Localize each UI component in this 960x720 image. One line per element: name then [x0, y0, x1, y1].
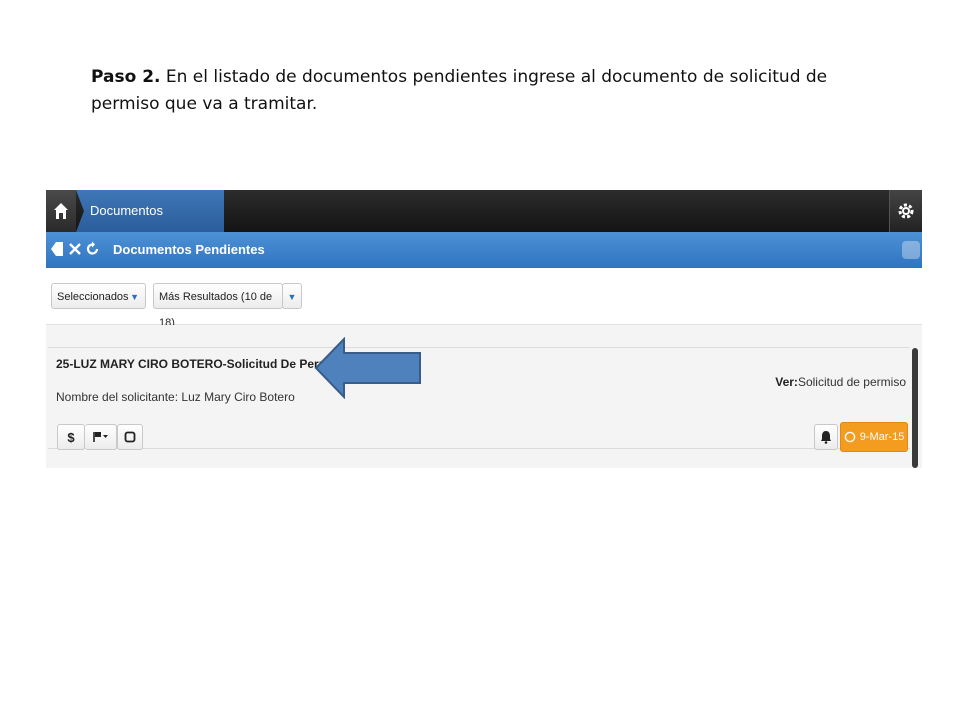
requester-name: Nombre del solicitante: Luz Mary Ciro Bo… — [56, 390, 295, 404]
more-results-dropdown-toggle[interactable]: ▼ — [282, 283, 302, 309]
document-title[interactable]: 25-LUZ MARY CIRO BOTERO-Solicitud De Per… — [56, 357, 347, 371]
gear-icon — [898, 203, 914, 219]
dollar-label: $ — [67, 429, 75, 445]
more-results-label: Más Resultados (10 de 18) — [159, 291, 273, 329]
page-title: Documentos Pendientes — [113, 242, 265, 257]
instruction-text: Paso 2. En el listado de documentos pend… — [91, 64, 851, 118]
pending-documents-list: 25-LUZ MARY CIRO BOTERO-Solicitud De Per… — [46, 325, 922, 468]
notification-button[interactable] — [814, 424, 838, 450]
step-text: En el listado de documentos pendientes i… — [91, 67, 828, 114]
dollar-button[interactable]: $ — [57, 424, 85, 450]
flag-icon — [92, 432, 108, 442]
step-label: Paso 2. — [91, 67, 161, 87]
app-screenshot: Documentos Pendientes Documentos Pendien… — [46, 190, 922, 468]
clock-icon — [844, 431, 855, 443]
view-label: Ver: — [775, 375, 798, 389]
square-icon — [124, 431, 136, 443]
pointer-arrow-icon — [314, 337, 421, 399]
view-value: Solicitud de permiso — [797, 375, 906, 389]
list-item[interactable]: 25-LUZ MARY CIRO BOTERO-Solicitud De Per… — [48, 347, 910, 452]
caret-down-icon: ▼ — [287, 292, 297, 302]
caret-down-icon: ▼ — [130, 292, 139, 302]
document-type: Ver:Solicitud de permiso — [775, 375, 906, 389]
due-date-label: 9-Mar-15 — [859, 431, 905, 443]
back-icon[interactable] — [50, 240, 64, 258]
due-date-badge[interactable]: 9-Mar-15 — [840, 422, 908, 452]
top-navbar: Documentos Pendientes — [46, 190, 922, 232]
selection-dropdown[interactable]: Seleccionados ▼ — [51, 283, 146, 309]
filter-toolbar: Seleccionados ▼ Más Resultados (10 de 18… — [46, 268, 922, 329]
header-action-button[interactable] — [902, 241, 920, 259]
scrollbar[interactable] — [912, 348, 918, 468]
breadcrumb-documentos-pendientes[interactable]: Documentos Pendientes — [76, 190, 224, 232]
refresh-icon[interactable] — [86, 240, 100, 258]
checkbox-button[interactable] — [117, 424, 143, 450]
bell-icon — [821, 431, 831, 444]
home-icon — [54, 203, 68, 219]
selection-dropdown-label: Seleccionados — [57, 291, 129, 303]
settings-button[interactable] — [889, 190, 922, 232]
page-header: Documentos Pendientes — [46, 232, 922, 268]
more-results-button[interactable]: Más Resultados (10 de 18) — [153, 283, 283, 329]
home-button[interactable] — [46, 190, 76, 232]
flag-dropdown-button[interactable] — [85, 424, 117, 450]
close-icon[interactable] — [68, 240, 82, 258]
